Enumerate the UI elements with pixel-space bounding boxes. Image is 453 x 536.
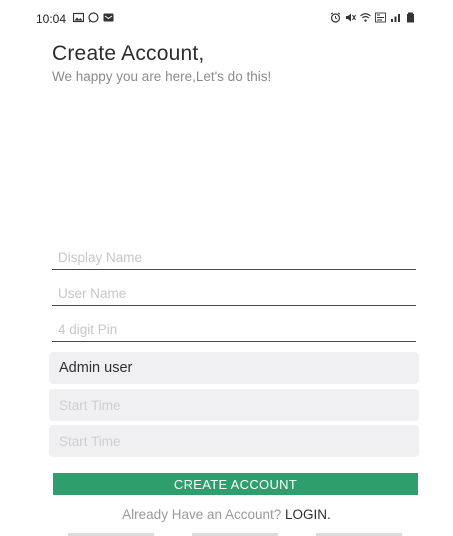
start-time-input-2[interactable] [49, 425, 419, 457]
mute-icon [345, 12, 356, 23]
create-account-button[interactable]: CREATE ACCOUNT [53, 473, 418, 495]
wifi-icon [360, 12, 371, 23]
status-bar: 10:04 [0, 0, 453, 34]
battery-icon [405, 12, 416, 23]
message-icon [103, 12, 114, 23]
alarm-icon [330, 12, 341, 23]
pin-input[interactable] [52, 318, 416, 342]
whatsapp-icon [88, 12, 99, 23]
user-role-value: Admin user [59, 360, 133, 376]
start-time-input-1[interactable] [49, 389, 419, 421]
status-time: 10:04 [36, 12, 67, 26]
status-notification-icons [73, 12, 114, 23]
status-system-icons [330, 12, 416, 23]
user-role-select[interactable]: Admin user [49, 352, 419, 384]
page-subtitle: We happy you are here,Let's do this! [52, 69, 272, 84]
login-link[interactable]: LOGIN. [285, 507, 331, 522]
volte-icon [375, 12, 386, 23]
gallery-icon [73, 12, 84, 23]
page-title: Create Account, [52, 42, 205, 65]
display-name-input[interactable] [52, 246, 416, 270]
login-prompt-text: Already Have an Account? [122, 507, 282, 522]
signal-icon [390, 12, 401, 23]
user-name-input[interactable] [52, 282, 416, 306]
login-prompt: Already Have an Account? LOGIN. [0, 507, 453, 522]
